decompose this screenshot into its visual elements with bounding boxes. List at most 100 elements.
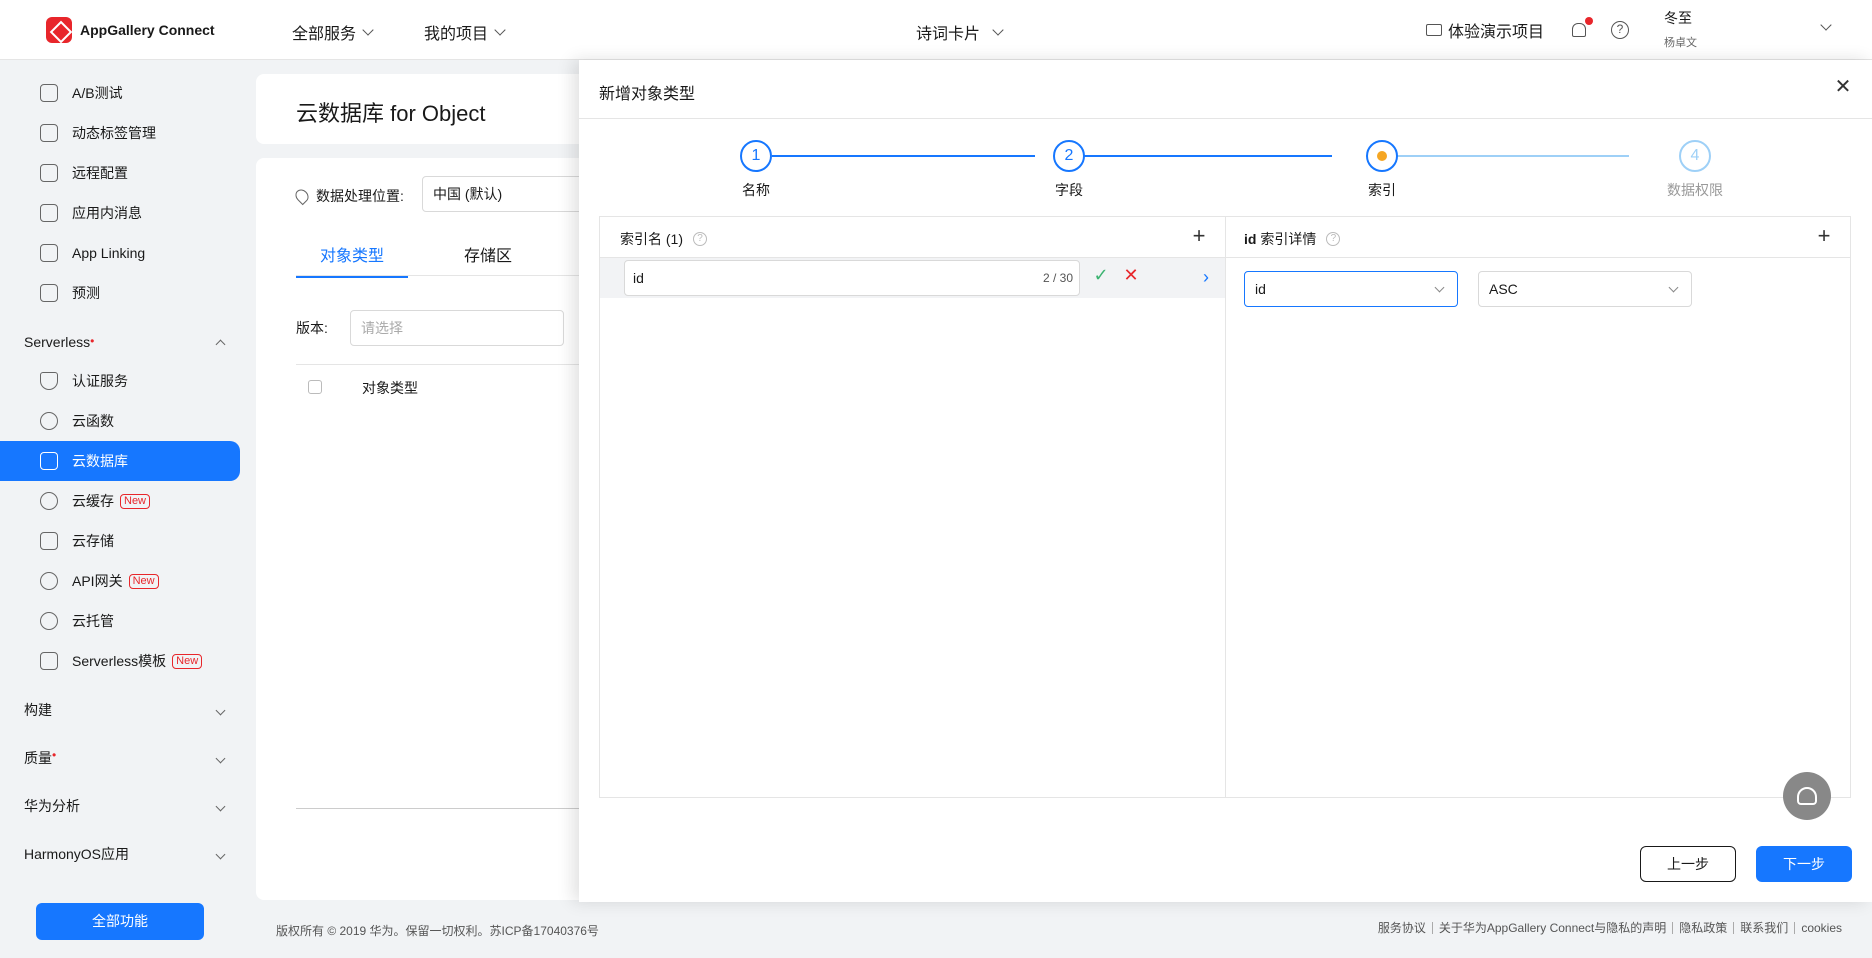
sidebar-item-label: Serverless模板 xyxy=(72,653,167,669)
user-menu-chevron-icon[interactable] xyxy=(1820,19,1832,31)
index-row[interactable]: id 2 / 30 ✓ ✕ › xyxy=(600,258,1225,298)
project-selector[interactable]: 诗词卡片 xyxy=(916,20,1004,44)
sidebar-item-label: 认证服务 xyxy=(72,373,128,389)
help-icon: ? xyxy=(1611,21,1629,39)
sidebar-item-label: API网关 xyxy=(72,573,123,589)
chevron-right-icon[interactable]: › xyxy=(1197,268,1215,286)
index-name-input[interactable]: id 2 / 30 xyxy=(624,260,1080,296)
customer-service-button[interactable] xyxy=(1783,772,1831,820)
cloud-function-icon xyxy=(40,412,58,430)
group-label: 质量 xyxy=(24,750,52,766)
column-header-object-type: 对象类型 xyxy=(362,380,418,396)
remote-config-icon xyxy=(40,164,58,182)
index-detail-title-bold: id xyxy=(1244,231,1257,247)
page-title: 云数据库 for Object xyxy=(296,101,486,126)
chevron-down-icon xyxy=(215,801,226,811)
sidebar-item-cloud-db[interactable]: 云数据库 xyxy=(0,441,240,481)
all-functions-button[interactable]: 全部功能 xyxy=(36,903,204,940)
app-logo[interactable]: AppGallery Connect xyxy=(46,17,215,43)
index-field-select[interactable]: id xyxy=(1244,271,1458,307)
cart-icon xyxy=(1426,24,1442,36)
red-dot-indicator: • xyxy=(90,334,95,348)
char-count: 2 / 30 xyxy=(1042,271,1073,285)
sidebar-group-harmonyos[interactable]: HarmonyOS应用 xyxy=(24,834,226,874)
tag-manager-icon xyxy=(40,124,58,142)
index-name-panel: 索引名 (1)? + id 2 / 30 ✓ ✕ › xyxy=(599,216,1226,798)
sidebar-group-build[interactable]: 构建 xyxy=(24,690,226,730)
red-dot-indicator: • xyxy=(52,748,57,762)
tab-storage-zones[interactable]: 存储区 xyxy=(432,238,544,278)
select-all-checkbox[interactable] xyxy=(308,380,322,394)
ab-test-icon xyxy=(40,84,58,102)
user-subname: 杨卓文 xyxy=(1664,37,1697,49)
help-circle-icon[interactable]: ? xyxy=(1326,232,1341,246)
prev-step-button[interactable]: 上一步 xyxy=(1640,846,1736,882)
new-badge: New xyxy=(172,653,203,669)
sidebar-item-ab-test[interactable]: A/B测试 xyxy=(0,73,240,113)
close-icon[interactable]: ✕ xyxy=(1834,77,1852,97)
logo-text: AppGallery Connect xyxy=(80,22,215,38)
sidebar-item-label: 云缓存 xyxy=(72,493,114,509)
sidebar-item-serverless-template[interactable]: Serverless模板 New xyxy=(0,641,240,681)
nav-all-services-label: 全部服务 xyxy=(292,26,357,43)
add-index-icon[interactable]: + xyxy=(1189,225,1209,247)
chevron-down-icon xyxy=(215,753,226,763)
appgallery-logo-icon xyxy=(46,17,72,43)
next-step-button[interactable]: 下一步 xyxy=(1756,846,1852,882)
footer-link[interactable]: 服务协议 xyxy=(1372,922,1432,934)
version-select[interactable]: 请选择 xyxy=(350,310,564,346)
check-icon[interactable]: ✓ xyxy=(1092,266,1110,284)
notification-dot xyxy=(1585,17,1593,25)
sidebar-group-analytics[interactable]: 华为分析 xyxy=(24,786,226,826)
sidebar-item-app-linking[interactable]: App Linking xyxy=(0,233,240,273)
index-detail-title: id 索引详情? xyxy=(1244,229,1341,249)
sidebar-item-cloud-storage[interactable]: 云存储 xyxy=(0,521,240,561)
step-4-circle: 4 xyxy=(1679,140,1711,172)
step-4-label: 数据权限 xyxy=(1667,182,1723,198)
sidebar-item-label: 动态标签管理 xyxy=(72,125,156,141)
project-name: 诗词卡片 xyxy=(916,26,981,43)
index-detail-title-text: 索引详情 xyxy=(1260,231,1317,247)
group-label: 构建 xyxy=(24,702,52,718)
footer-link[interactable]: 联系我们 xyxy=(1733,922,1794,934)
help-button[interactable]: ? xyxy=(1611,0,1629,60)
new-badge: New xyxy=(120,493,151,509)
notifications-button[interactable] xyxy=(1569,0,1593,60)
close-icon[interactable]: ✕ xyxy=(1122,266,1140,284)
index-name-title: 索引名 (1)? xyxy=(620,229,707,249)
step-3-circle xyxy=(1366,140,1398,172)
index-name-panel-header: 索引名 (1)? + xyxy=(600,217,1225,258)
top-bar: AppGallery Connect 全部服务 我的项目 诗词卡片 体验演示项目… xyxy=(0,0,1872,60)
add-field-icon[interactable]: + xyxy=(1814,225,1834,247)
sort-order-select[interactable]: ASC xyxy=(1478,271,1692,307)
drawer-divider xyxy=(579,118,1872,119)
sidebar-group-quality[interactable]: 质量• xyxy=(24,738,226,778)
headset-icon xyxy=(1797,787,1817,805)
user-menu[interactable]: 冬至 杨卓文 xyxy=(1664,8,1697,50)
sidebar-item-auth[interactable]: 认证服务 xyxy=(0,361,240,401)
help-circle-icon[interactable]: ? xyxy=(693,232,707,246)
sidebar-item-cloud-cache[interactable]: 云缓存 New xyxy=(0,481,240,521)
sidebar-item-cloud-hosting[interactable]: 云托管 xyxy=(0,601,240,641)
sidebar-item-label: 云数据库 xyxy=(72,453,128,469)
sidebar-group-serverless[interactable]: Serverless• xyxy=(24,322,226,362)
step-2-circle: 2 xyxy=(1053,140,1085,172)
location-pin-icon xyxy=(292,186,312,206)
step-connector xyxy=(772,155,1035,157)
api-gateway-icon xyxy=(40,572,58,590)
sidebar-item-api-gateway[interactable]: API网关 New xyxy=(0,561,240,601)
step-1-circle: 1 xyxy=(740,140,772,172)
demo-project-link[interactable]: 体验演示项目 xyxy=(1426,0,1544,60)
footer-link[interactable]: 隐私政策 xyxy=(1672,922,1733,934)
nav-all-services[interactable]: 全部服务 xyxy=(292,20,374,44)
sidebar-item-prediction[interactable]: 预测 xyxy=(0,273,240,313)
sidebar-item-remote-config[interactable]: 远程配置 xyxy=(0,153,240,193)
sidebar-item-in-app-message[interactable]: 应用内消息 xyxy=(0,193,240,233)
group-label: HarmonyOS应用 xyxy=(24,846,130,862)
sidebar-item-cloud-function[interactable]: 云函数 xyxy=(0,401,240,441)
tab-object-types[interactable]: 对象类型 xyxy=(296,238,408,278)
nav-my-projects[interactable]: 我的项目 xyxy=(424,20,506,44)
footer-link[interactable]: cookies xyxy=(1794,922,1848,934)
footer-link[interactable]: 关于华为AppGallery Connect与隐私的声明 xyxy=(1431,922,1672,934)
sidebar-item-tag-manager[interactable]: 动态标签管理 xyxy=(0,113,240,153)
